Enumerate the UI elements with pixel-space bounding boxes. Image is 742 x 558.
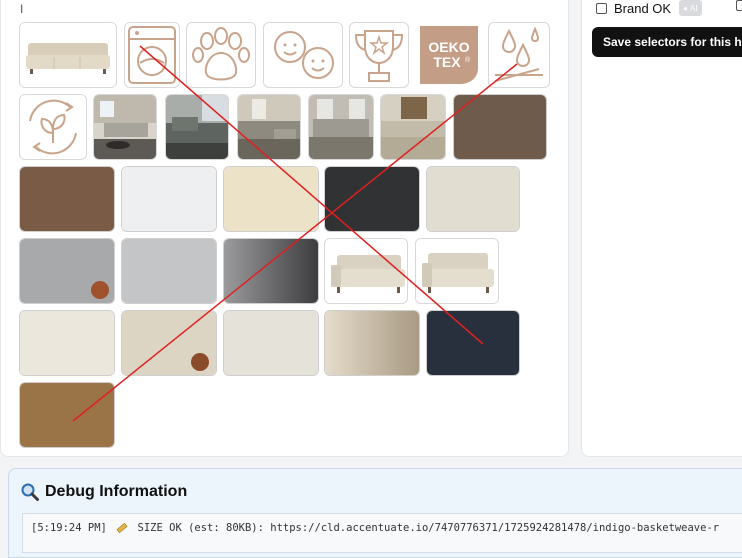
save-selectors-button[interactable]: Save selectors for this h xyxy=(592,27,742,57)
robot-icon: ● xyxy=(683,3,688,13)
sofa-product-image[interactable] xyxy=(19,22,117,88)
room-photo-1[interactable] xyxy=(93,94,157,160)
swatch-brown-1[interactable] xyxy=(453,94,547,160)
log-time: [5:19:24 PM] xyxy=(31,522,107,534)
swatch-brown-2[interactable] xyxy=(19,166,115,232)
sofa-side-view-2[interactable] xyxy=(415,238,499,304)
swatch-cream[interactable] xyxy=(223,166,319,232)
room-photo-2[interactable] xyxy=(165,94,229,160)
water-drops-icon xyxy=(494,26,543,82)
svg-text:TEX: TEX xyxy=(433,54,461,70)
text-cursor: I xyxy=(20,2,24,16)
paw-icon xyxy=(192,27,250,81)
log-message: SIZE OK (est: 80KB): https://cld.accentu… xyxy=(137,522,720,534)
swatch-dark-gray[interactable] xyxy=(223,238,319,304)
swatch-natural-penny[interactable] xyxy=(121,310,217,376)
swatch-camel[interactable] xyxy=(19,382,115,448)
swatch-gray-penny[interactable] xyxy=(19,238,115,304)
second-checkbox[interactable] xyxy=(736,0,742,11)
kid-friendly-icon-image[interactable] xyxy=(263,22,343,88)
room-photo-4[interactable] xyxy=(308,94,374,160)
debug-log[interactable]: [5:19:24 PM] SIZE OK (est: 80KB): https:… xyxy=(22,513,742,553)
recycle-leaf-icon xyxy=(29,99,77,155)
trophy-icon xyxy=(354,30,404,82)
pet-friendly-icon-image[interactable] xyxy=(186,22,256,88)
image-grid-panel: I OEKO TEX ® xyxy=(0,0,569,457)
selector-panel: Brand OK ● AI Save selectors for this h xyxy=(581,0,742,457)
ruler-icon xyxy=(116,522,128,534)
swatch-ivory[interactable] xyxy=(19,310,115,376)
washable-icon-image[interactable] xyxy=(124,22,180,88)
water-repellent-icon-image[interactable] xyxy=(488,22,550,88)
swatch-boucle[interactable] xyxy=(324,310,420,376)
magnifier-icon xyxy=(21,483,39,501)
svg-text:OEKO: OEKO xyxy=(428,39,469,55)
swatch-light-gray[interactable] xyxy=(121,238,217,304)
debug-title: Debug Information xyxy=(21,483,187,501)
washing-machine-icon xyxy=(128,26,176,84)
children-faces-icon xyxy=(274,31,334,79)
swatch-white[interactable] xyxy=(121,166,217,232)
brand-ok-row: Brand OK ● AI xyxy=(596,0,702,16)
room-photo-3[interactable] xyxy=(237,94,301,160)
oeko-tex-icon: OEKO TEX ® xyxy=(420,26,478,84)
svg-text:®: ® xyxy=(465,56,471,64)
swatch-oatmeal[interactable] xyxy=(426,166,520,232)
swatch-off-white[interactable] xyxy=(223,310,319,376)
brand-ok-checkbox[interactable] xyxy=(596,2,607,14)
sustainable-icon-image[interactable] xyxy=(19,94,87,160)
oeko-tex-badge-image[interactable]: OEKO TEX ® xyxy=(416,22,482,88)
swatch-indigo[interactable] xyxy=(426,310,520,376)
debug-title-text: Debug Information xyxy=(45,483,188,500)
ai-badge: ● AI xyxy=(679,0,702,16)
brand-ok-label: Brand OK xyxy=(614,0,672,16)
sofa-side-view-1[interactable] xyxy=(324,238,408,304)
swatch-charcoal[interactable] xyxy=(324,166,420,232)
debug-panel: Debug Information [5:19:24 PM] SIZE OK (… xyxy=(8,468,742,558)
award-trophy-icon-image[interactable] xyxy=(349,22,409,88)
room-photo-5[interactable] xyxy=(380,94,446,160)
